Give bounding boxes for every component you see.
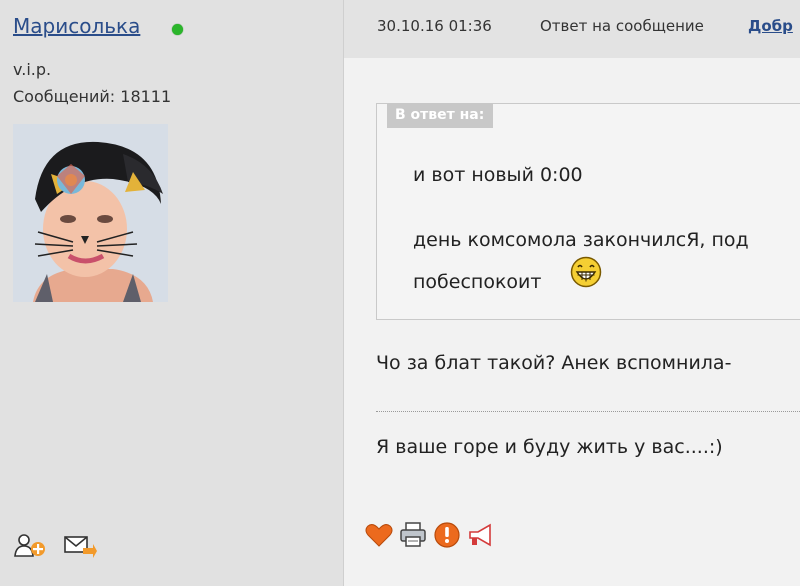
forum-post: Марисолька v.i.p. Сообщений: 18111 30.10… (0, 0, 800, 586)
message-text-line: Я ваше горе и буду жить у вас....:) (376, 436, 723, 458)
author-post-count: Сообщений: 18111 (13, 87, 172, 106)
quote-text-line: день комсомола закончилсЯ, под (413, 229, 749, 251)
quote-text-line: и вот новый 0:00 (413, 164, 583, 186)
divider (376, 411, 800, 412)
report-icon[interactable] (432, 520, 462, 550)
reply-to-link[interactable]: Добр (748, 17, 793, 35)
megaphone-icon[interactable] (466, 520, 496, 550)
avatar[interactable] (13, 124, 168, 302)
post-timestamp: 30.10.16 01:36 (377, 17, 492, 35)
grin-smiley-icon (570, 256, 602, 288)
send-message-icon[interactable] (63, 532, 97, 560)
author-rank: v.i.p. (13, 60, 52, 79)
message-text-line: Чо за блат такой? Анек вспомнила- (376, 352, 732, 374)
post-header: 30.10.16 01:36 Ответ на сообщение Добр (344, 0, 800, 58)
reply-label: Ответ на сообщение (540, 17, 704, 35)
online-status-icon (172, 24, 183, 35)
quote-text-line: побеспокоит (413, 271, 542, 293)
sidebar-actions (13, 532, 97, 560)
quote-block: В ответ на: и вот новый 0:00 день комсом… (376, 103, 800, 320)
add-friend-icon[interactable] (13, 532, 47, 560)
heart-icon[interactable] (364, 520, 394, 550)
author-username[interactable]: Марисолька (13, 14, 140, 38)
author-sidebar: Марисолька v.i.p. Сообщений: 18111 (0, 0, 344, 586)
quote-label: В ответ на: (387, 103, 494, 128)
post-actions (364, 520, 496, 550)
print-icon[interactable] (398, 520, 428, 550)
avatar-image (13, 124, 168, 302)
post-body: В ответ на: и вот новый 0:00 день комсом… (344, 58, 800, 586)
